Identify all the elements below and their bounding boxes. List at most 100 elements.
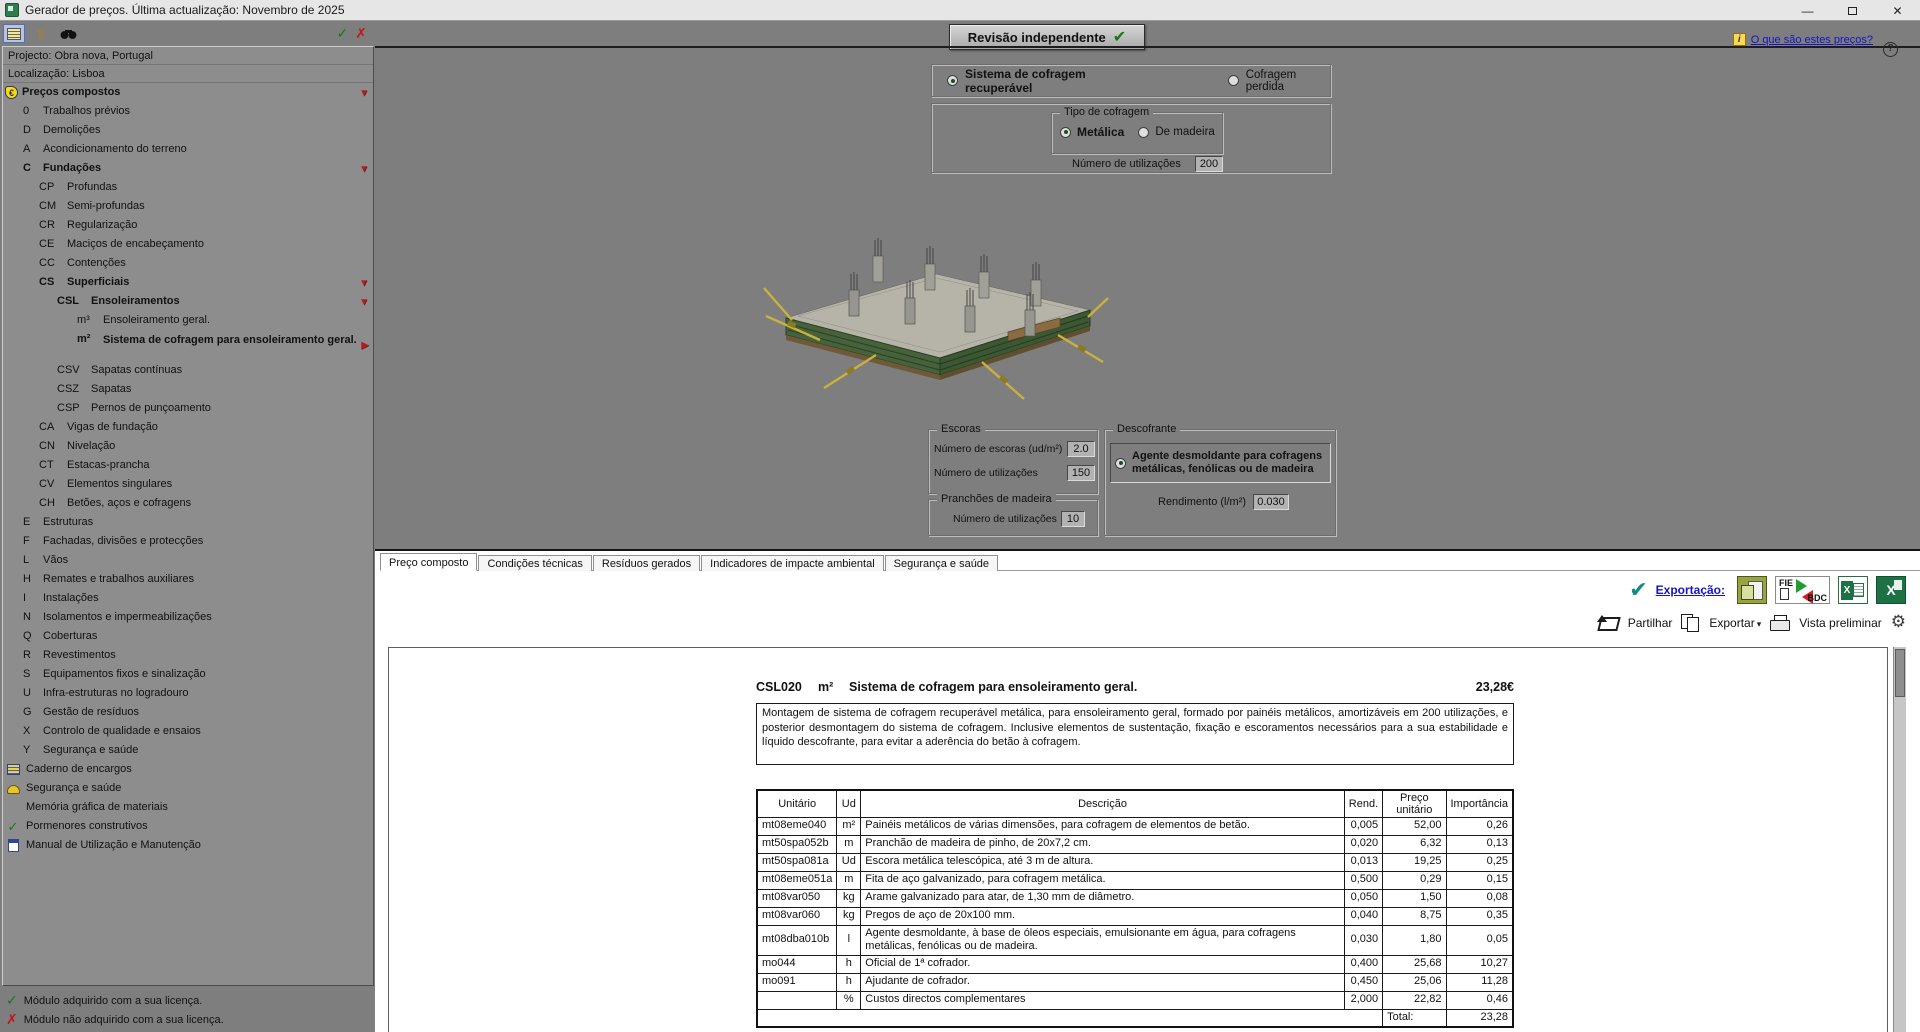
sidebar-item-C[interactable]: C Fundações ▼ (3, 159, 373, 178)
radio-recoverable-formwork[interactable]: Sistema de cofragem recuperável (947, 67, 1142, 95)
sidebar-item-CT[interactable]: CT Estacas-prancha (3, 456, 373, 475)
share-icon[interactable] (1596, 614, 1619, 631)
close-button[interactable]: ✕ (1875, 4, 1920, 18)
sidebar-item-Y[interactable]: Y Segurança e saúde (3, 741, 373, 760)
sidebar-item-caderno-de-encargos[interactable]: Caderno de encargos (3, 760, 373, 779)
radio-icon[interactable] (1227, 75, 1239, 86)
sidebar-item-CSV[interactable]: CSV Sapatas contínuas (3, 361, 373, 380)
expand-arrow-icon[interactable]: ▼ (359, 293, 369, 312)
desmoldante-radio-option[interactable]: Agente desmoldante para cofragens metáli… (1110, 443, 1331, 483)
page-scrollbar[interactable] (1893, 647, 1906, 1032)
escoras-count-input[interactable]: 2.0 (1067, 441, 1095, 457)
radio-lost-formwork[interactable]: Cofragem perdida (1227, 69, 1330, 93)
sidebar-item-CA[interactable]: CA Vigas de fundação (3, 418, 373, 437)
sidebar-item-Q[interactable]: Q Coberturas (3, 627, 373, 646)
check-icon: ✓ (7, 819, 19, 834)
sidebar-item-CC[interactable]: CC Contenções (3, 254, 373, 273)
legend-acquired: ✓ Módulo adquirido com a sua licença. (6, 992, 203, 1008)
pranchoes-uses-row: Número de utilizações 10 (953, 511, 1085, 527)
app-icon (5, 3, 19, 17)
escoras-count-row: Número de escoras (ud/m²) 2.0 (934, 441, 1095, 457)
sidebar-item-CV[interactable]: CV Elementos singulares (3, 475, 373, 494)
accept-icon[interactable]: ✓ (337, 25, 349, 42)
sidebar-item-H[interactable]: H Remates e trabalhos auxiliares (3, 570, 373, 589)
helmet-icon (5, 779, 21, 798)
radio-icon[interactable] (947, 75, 958, 86)
sidebar-item-X[interactable]: X Controlo de qualidade e ensaios (3, 722, 373, 741)
expand-arrow-icon[interactable]: ▼ (359, 84, 369, 103)
search-button[interactable] (57, 24, 79, 43)
arquimedes-export-icon[interactable] (1737, 576, 1767, 604)
export-pages-icon[interactable] (1681, 614, 1700, 632)
cancel-icon[interactable]: ✗ (355, 25, 367, 42)
sidebar-item-CSZ[interactable]: CSZ Sapatas (3, 380, 373, 399)
radio-de-madeira[interactable] (1138, 126, 1150, 138)
radio-icon[interactable] (1115, 457, 1126, 469)
sidebar-item-R[interactable]: R Revestimentos (3, 646, 373, 665)
sidebar-item-manual-de-utiliza-o-e-manuten-o[interactable]: Manual de Utilização e Manutenção (3, 836, 373, 855)
help-icon[interactable]: ? (1883, 42, 1898, 57)
excel-report-export-icon[interactable]: X (1838, 576, 1868, 604)
partilhar-button[interactable]: Partilhar (1628, 616, 1673, 630)
sidebar-item-F[interactable]: F Fachadas, divisões e protecções (3, 532, 373, 551)
sidebar-item-CR[interactable]: CR Regularização (3, 216, 373, 235)
pranchoes-uses-input[interactable]: 10 (1061, 511, 1085, 527)
tab-3[interactable]: Resíduos gerados (592, 555, 701, 571)
sidebar-item-CSL[interactable]: CSL Ensoleiramentos ▼ (3, 292, 373, 311)
sidebar-item-S[interactable]: S Equipamentos fixos e sinalização (3, 665, 373, 684)
sidebar: Projecto: Obra nova, Portugal Localizaçã… (2, 46, 374, 986)
exportacao-link[interactable]: Exportação: (1656, 583, 1725, 597)
tab-2[interactable]: Condições técnicas (478, 555, 592, 571)
table-row: mo091 h Ajudante de cofrador. 0,450 25,06 11,… (756, 972, 1514, 992)
bottom-panel: Preço composto Condições técnicas Resíduos… (375, 549, 1920, 1032)
sidebar-item-U[interactable]: U Infra-estruturas no logradouro (3, 684, 373, 703)
tab-4[interactable]: Indicadores de impacte ambiental (701, 555, 884, 571)
maximize-button[interactable] (1830, 4, 1875, 18)
fiebdc-export-icon[interactable]: FIE BDC (1775, 576, 1830, 604)
expand-arrow-icon[interactable]: ▼ (359, 274, 369, 293)
tab-1[interactable]: Preço composto (380, 553, 478, 571)
sidebar-item-CSP[interactable]: CSP Pernos de punçoamento (3, 399, 373, 418)
list-view-button[interactable] (3, 24, 25, 43)
excel-export-icon[interactable]: X (1876, 576, 1906, 604)
sidebar-item-E[interactable]: E Estruturas (3, 513, 373, 532)
sidebar-item-CS[interactable]: CS Superficiais ▼ (3, 273, 373, 292)
sidebar-item-G[interactable]: G Gestão de resíduos (3, 703, 373, 722)
sidebar-item-D[interactable]: D Demolições (3, 121, 373, 140)
sidebar-item-A[interactable]: A Acondicionamento do terreno (3, 140, 373, 159)
selected-arrow-icon[interactable]: ▶ (361, 336, 369, 355)
vista-preliminar-button[interactable]: Vista preliminar (1799, 616, 1881, 630)
sidebar-item-m³[interactable]: m³ Ensoleiramento geral. (3, 311, 373, 330)
sidebar-item-seguran-a-e-sa-de[interactable]: Segurança e saúde (3, 779, 373, 798)
escoras-uses-input[interactable]: 150 (1067, 465, 1095, 481)
sidebar-item-root[interactable]: € Preços compostos ▼ (3, 83, 373, 102)
sidebar-item-CE[interactable]: CE Maciços de encabeçamento (3, 235, 373, 254)
minimize-button[interactable]: — (1785, 4, 1830, 18)
rendimento-input[interactable]: 0.030 (1253, 494, 1289, 510)
sidebar-item-0[interactable]: 0 Trabalhos prévios (3, 102, 373, 121)
formwork-3d-view[interactable] (758, 222, 1110, 426)
sidebar-item-L[interactable]: L Vãos (3, 551, 373, 570)
titlebar: Gerador de preços. Última actualização: … (0, 0, 1920, 21)
sidebar-item-pormenores-construtivos[interactable]: ✓ Pormenores construtivos (3, 817, 373, 836)
printer-icon[interactable] (1770, 614, 1791, 631)
tab-5[interactable]: Segurança e saúde (884, 555, 999, 571)
sidebar-item-N[interactable]: N Isolamentos e impermeabilizações (3, 608, 373, 627)
sidebar-item-CM[interactable]: CM Semi-profundas (3, 197, 373, 216)
radio-metalica[interactable] (1060, 126, 1071, 138)
sidebar-item-CP[interactable]: CP Profundas (3, 178, 373, 197)
app-window: Gerador de preços. Última actualização: … (0, 0, 1920, 1032)
uses-input[interactable]: 200 (1195, 156, 1223, 172)
up-level-button[interactable]: ⇧ (30, 24, 52, 43)
exportar-button[interactable]: Exportar ▾ (1709, 616, 1761, 630)
sidebar-item-CH[interactable]: CH Betões, aços e cofragens (3, 494, 373, 513)
sidebar-item-CN[interactable]: CN Nivelação (3, 437, 373, 456)
expand-arrow-icon[interactable]: ▼ (359, 160, 369, 179)
sidebar-item-m²[interactable]: m² Sistema de cofragem para ensoleirament… (3, 330, 373, 361)
table-row: mt08dba010b l Agente desmoldante, à base d… (756, 924, 1514, 956)
what-are-prices-link[interactable]: O que são estes preços? (1751, 34, 1873, 46)
scrollbar-thumb[interactable] (1895, 649, 1905, 697)
gear-icon[interactable]: ⚙ (1891, 614, 1906, 631)
sidebar-item-I[interactable]: I Instalações (3, 589, 373, 608)
sidebar-item-mem-ria-gr-fica-de-materiais[interactable]: Memória gráfica de materiais (3, 798, 373, 817)
